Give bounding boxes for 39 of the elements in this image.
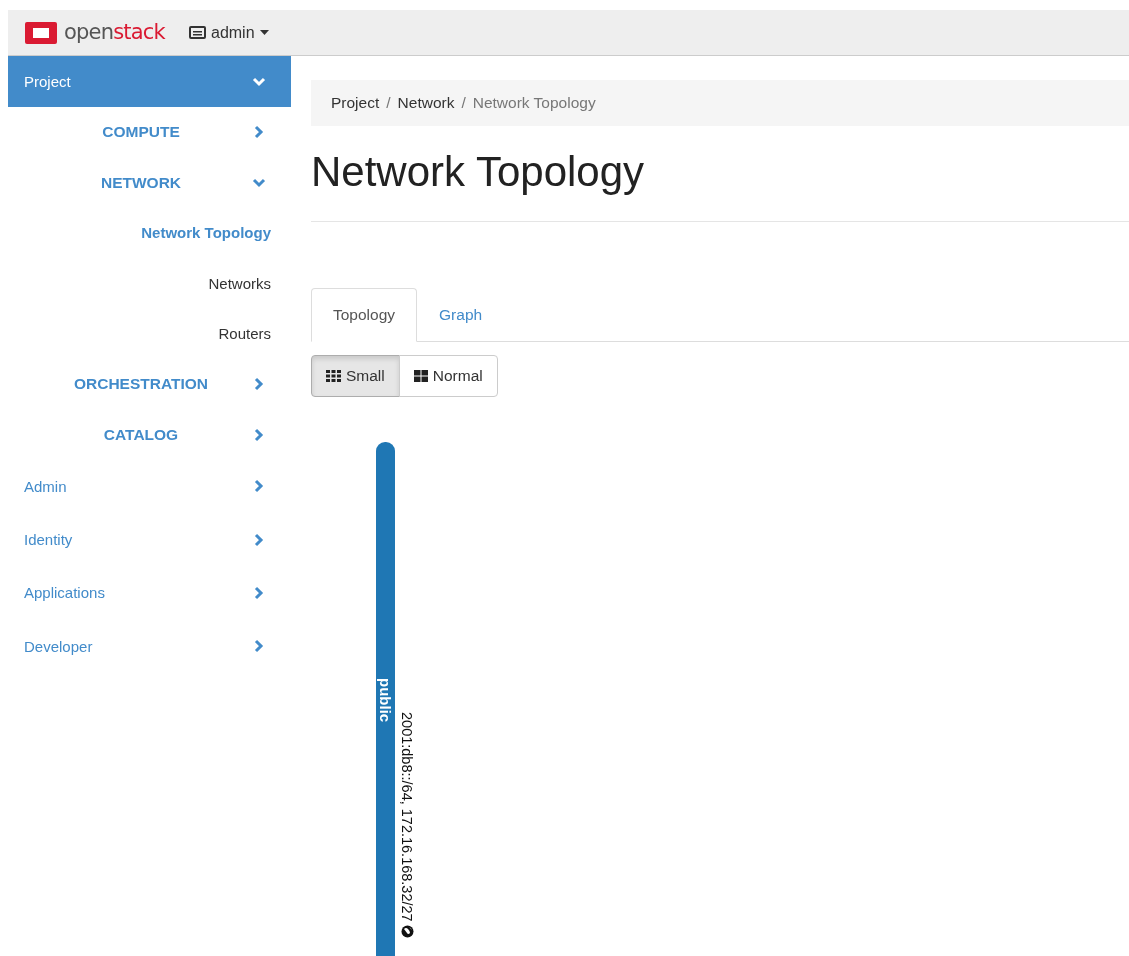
logo-icon	[24, 20, 58, 45]
chevron-icon	[252, 585, 266, 600]
page-title: Network Topology	[311, 148, 1129, 222]
breadcrumb-separator: /	[461, 94, 466, 112]
breadcrumb-separator: /	[386, 94, 391, 112]
breadcrumb-current: Network Topology	[472, 94, 596, 112]
dashboard-item[interactable]: Identity	[8, 513, 291, 567]
panel-group-item[interactable]: COMPUTE	[8, 107, 291, 158]
grid-icon	[326, 370, 341, 382]
panel-link[interactable]: Routers	[8, 308, 291, 359]
logo-text: openstack	[64, 19, 165, 46]
panel-link[interactable]: Network Topology	[8, 207, 291, 259]
dashboard-item[interactable]: Applications	[8, 566, 291, 620]
panel-group-item[interactable]: CATALOG	[8, 409, 291, 460]
dashboard-item[interactable]: Admin	[8, 459, 291, 514]
chevron-icon	[252, 639, 266, 654]
chevron-icon	[252, 479, 266, 494]
caret-icon	[259, 30, 269, 35]
dashboard-item[interactable]: Project	[8, 56, 291, 107]
grid-icon	[413, 370, 428, 382]
panel-group-item[interactable]: ORCHESTRATION	[8, 358, 291, 410]
chevron-icon	[252, 377, 266, 392]
tab[interactable]: Graph	[417, 288, 505, 342]
tab[interactable]: Topology	[311, 288, 418, 342]
project-dropdown[interactable]: admin	[185, 19, 273, 46]
list-icon	[189, 26, 206, 39]
network-name: public	[376, 678, 395, 723]
breadcrumb-link[interactable]: Project	[331, 94, 380, 112]
subnet-label: 2001:db8::/64, 172.16.168.32/27	[399, 712, 415, 922]
panel-group-item[interactable]: NETWORK	[8, 157, 291, 208]
chevron-icon	[252, 125, 266, 140]
panel-link[interactable]: Networks	[8, 258, 291, 309]
size-toggle-button[interactable]: Normal	[398, 355, 498, 397]
chevron-icon	[252, 427, 266, 442]
size-toggle-button[interactable]: Small	[311, 355, 400, 397]
breadcrumb-link[interactable]: Network	[397, 94, 455, 112]
dashboard-item[interactable]: Developer	[8, 619, 291, 673]
network-bar[interactable]: public	[376, 442, 395, 956]
chevron-icon	[252, 532, 266, 547]
